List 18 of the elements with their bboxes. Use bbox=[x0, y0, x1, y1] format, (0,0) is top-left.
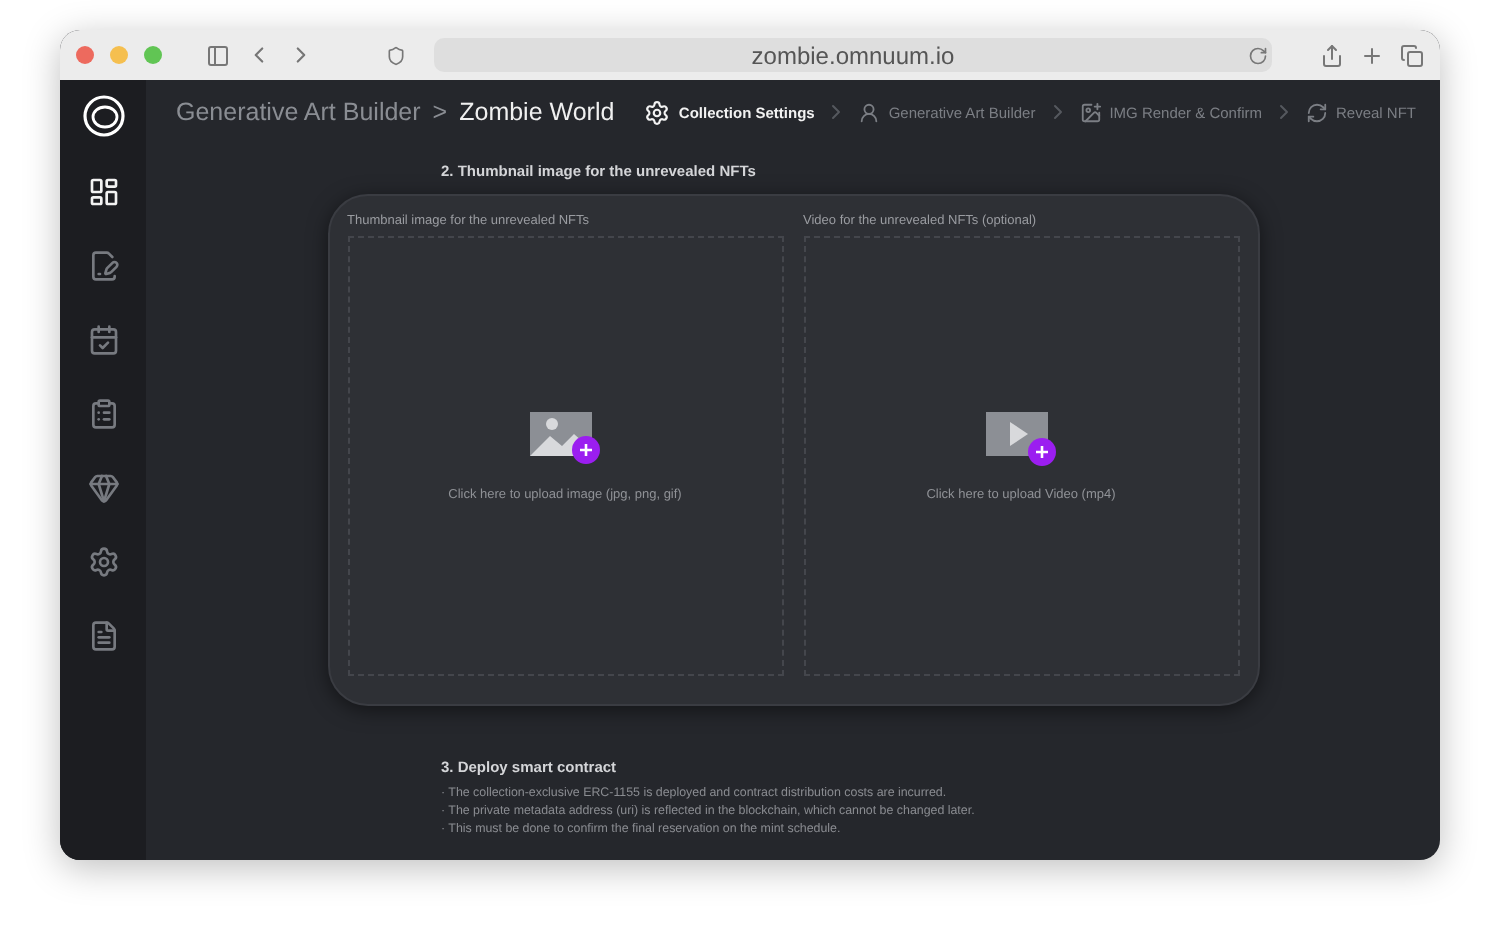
shield-icon bbox=[386, 45, 406, 65]
logo-icon bbox=[81, 94, 125, 138]
image-icon bbox=[1079, 101, 1102, 123]
close-window-button[interactable] bbox=[76, 46, 94, 64]
refresh-icon bbox=[1305, 101, 1328, 123]
image-upload-icon bbox=[529, 411, 601, 467]
address-bar[interactable]: zombie.omnuum.io bbox=[434, 38, 1272, 72]
new-tab-icon[interactable] bbox=[1360, 43, 1384, 67]
settings-icon bbox=[644, 99, 671, 125]
sidebar-toggle-icon[interactable] bbox=[206, 43, 230, 67]
page-title: Zombie World bbox=[459, 98, 615, 126]
person-icon bbox=[858, 101, 881, 123]
breadcrumb-link[interactable]: Generative Art Builder bbox=[176, 98, 421, 126]
tabs-icon[interactable] bbox=[1400, 43, 1424, 67]
share-icon[interactable] bbox=[1320, 43, 1344, 67]
breadcrumb-separator: > bbox=[432, 98, 448, 126]
reload-icon[interactable] bbox=[1248, 45, 1268, 65]
video-upload-icon bbox=[985, 411, 1057, 467]
